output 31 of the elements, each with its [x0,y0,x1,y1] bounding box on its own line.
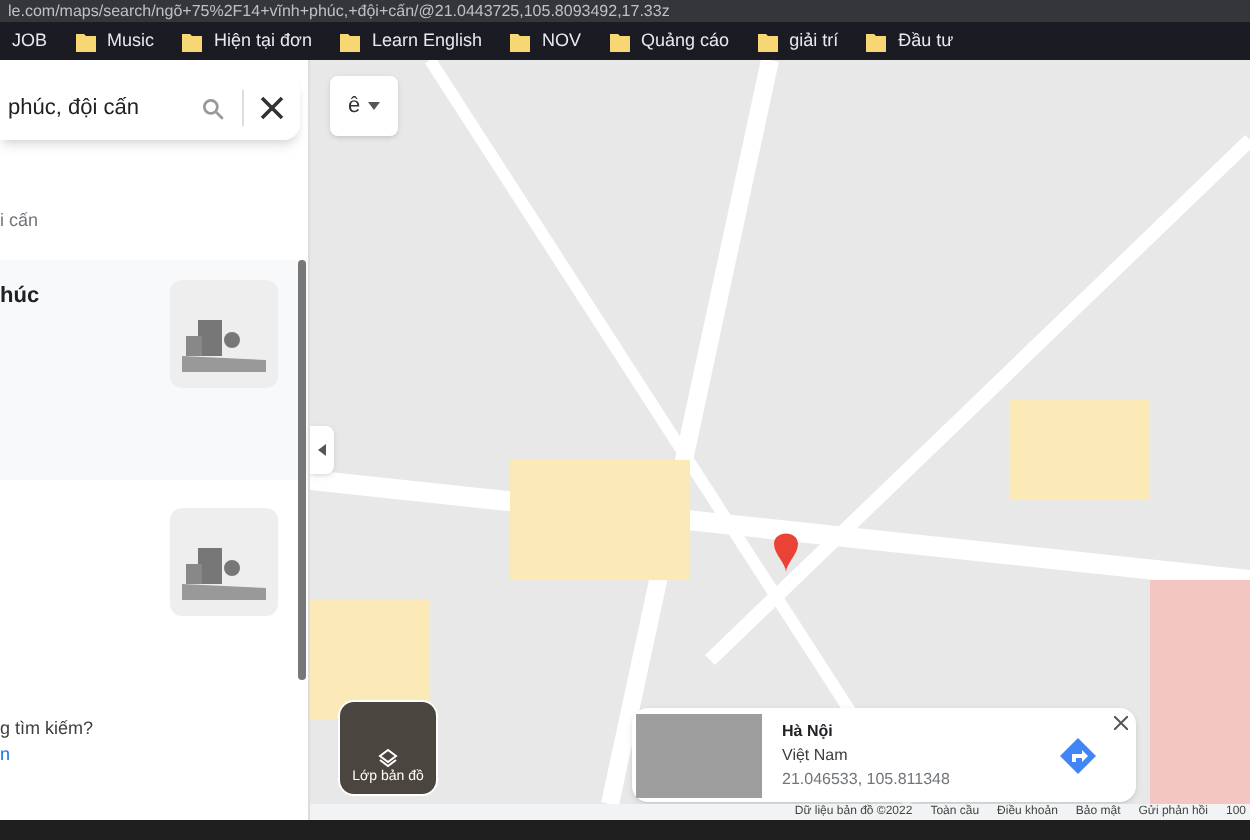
bookmark-link[interactable]: JOB [12,27,48,55]
close-icon[interactable] [1114,716,1128,730]
search-field[interactable]: phúc, đội cấn [0,76,300,140]
place-title: Hà Nội [782,719,835,743]
caret-icon [368,102,381,110]
result-card[interactable]: húc [0,259,308,479]
photo-placeholder [636,713,762,797]
building-placeholder [170,507,278,615]
question-text: g tìm kiếm? [0,715,94,742]
language-button[interactable]: ê [330,76,398,136]
bookmark-link[interactable]: giải trí [757,27,839,55]
scrollbar[interactable] [298,260,306,680]
place-country: Việt Nam [782,743,850,767]
url-text[interactable]: le.com/maps/search/ngõ+75%2F14+vĩnh+phúc,+đội+cấn/@21.0443725,105.8093492,17.33z [8,1,670,21]
bookmark-link[interactable]: NOV [510,27,582,55]
directions-icon[interactable] [1060,737,1096,773]
layers-icon [378,747,398,767]
place-coordinates: 21.046533, 105.811348 [782,767,952,791]
collapse-button[interactable] [310,426,334,474]
building-placeholder [170,279,278,387]
close-icon[interactable] [260,96,284,120]
bookmark-link[interactable]: Hiện tại đơn [182,27,312,55]
address-bar[interactable]: le.com/maps/search/ngõ+75%2F14+vĩnh+phúc,+đội+cấn/@21.0443725,105.8093492,17.33z [0,0,1250,22]
link-text[interactable]: n [0,742,11,769]
bookmark-link[interactable]: Đầu tư [866,27,954,55]
bookmark-link[interactable]: Quảng cáo [609,27,730,55]
caret-icon [318,444,326,456]
bookmark-link[interactable]: Music [75,27,155,55]
result-subtitle: i cấn [0,208,39,234]
bookmark-link[interactable]: Learn English [339,27,483,55]
search-icon[interactable] [200,95,226,121]
